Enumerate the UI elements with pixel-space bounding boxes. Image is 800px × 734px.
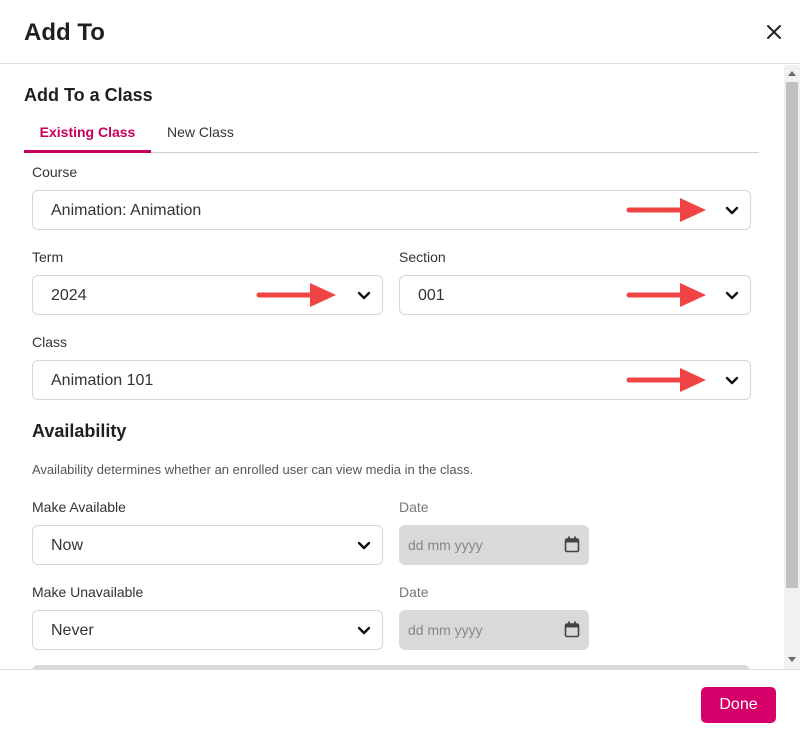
scrollbar-thumb[interactable]	[786, 82, 798, 588]
section-title: Add To a Class	[24, 85, 153, 105]
calendar-icon[interactable]	[564, 621, 580, 638]
make-unavailable-select[interactable]: Never	[32, 610, 383, 650]
class-label: Class	[32, 334, 68, 350]
scroll-down-icon[interactable]	[788, 657, 796, 662]
calendar-icon[interactable]	[564, 536, 580, 553]
chevron-down-icon	[725, 206, 739, 215]
course-select[interactable]: Animation: Animation	[32, 190, 751, 230]
scrollbar[interactable]	[784, 65, 800, 669]
section-value: 001	[418, 287, 445, 304]
tab-existing-class[interactable]: Existing Class	[24, 121, 151, 153]
availability-title: Availability	[32, 421, 127, 441]
tab-bar: Existing Class New Class	[24, 121, 759, 153]
available-date-placeholder: dd mm yyyy	[408, 537, 483, 553]
unavailable-date-label: Date	[399, 584, 429, 600]
scroll-up-icon[interactable]	[788, 71, 796, 76]
make-available-label: Make Available	[32, 499, 126, 515]
available-date-input[interactable]: dd mm yyyy	[399, 525, 589, 565]
available-date-label: Date	[399, 499, 429, 515]
unavailable-date-placeholder: dd mm yyyy	[408, 622, 483, 638]
class-select[interactable]: Animation 101	[32, 360, 751, 400]
dialog-body: Add To a Class Existing Class New Class …	[0, 65, 800, 669]
course-label: Course	[32, 164, 78, 180]
chevron-down-icon	[357, 626, 371, 635]
done-button[interactable]: Done	[701, 687, 776, 723]
close-button[interactable]	[764, 22, 784, 42]
chevron-down-icon	[725, 291, 739, 300]
availability-description: Availability determines whether an enrol…	[32, 462, 474, 477]
make-unavailable-label: Make Unavailable	[32, 584, 144, 600]
term-label: Term	[32, 249, 64, 265]
dialog-footer: Done	[0, 669, 800, 734]
chevron-down-icon	[725, 376, 739, 385]
term-select[interactable]: 2024	[32, 275, 383, 315]
make-unavailable-value: Never	[51, 622, 94, 639]
chevron-down-icon	[357, 541, 371, 550]
chevron-down-icon	[357, 291, 371, 300]
term-value: 2024	[51, 287, 87, 304]
section-select[interactable]: 001	[399, 275, 751, 315]
dialog-header: Add To	[0, 0, 800, 64]
dialog-title: Add To	[24, 19, 105, 46]
close-icon	[767, 25, 781, 39]
section-label: Section	[399, 249, 446, 265]
tab-new-class[interactable]: New Class	[167, 121, 234, 153]
unavailable-date-input[interactable]: dd mm yyyy	[399, 610, 589, 650]
make-available-value: Now	[51, 537, 84, 554]
course-value: Animation: Animation	[51, 202, 202, 219]
make-available-select[interactable]: Now	[32, 525, 383, 565]
class-value: Animation 101	[51, 372, 154, 389]
